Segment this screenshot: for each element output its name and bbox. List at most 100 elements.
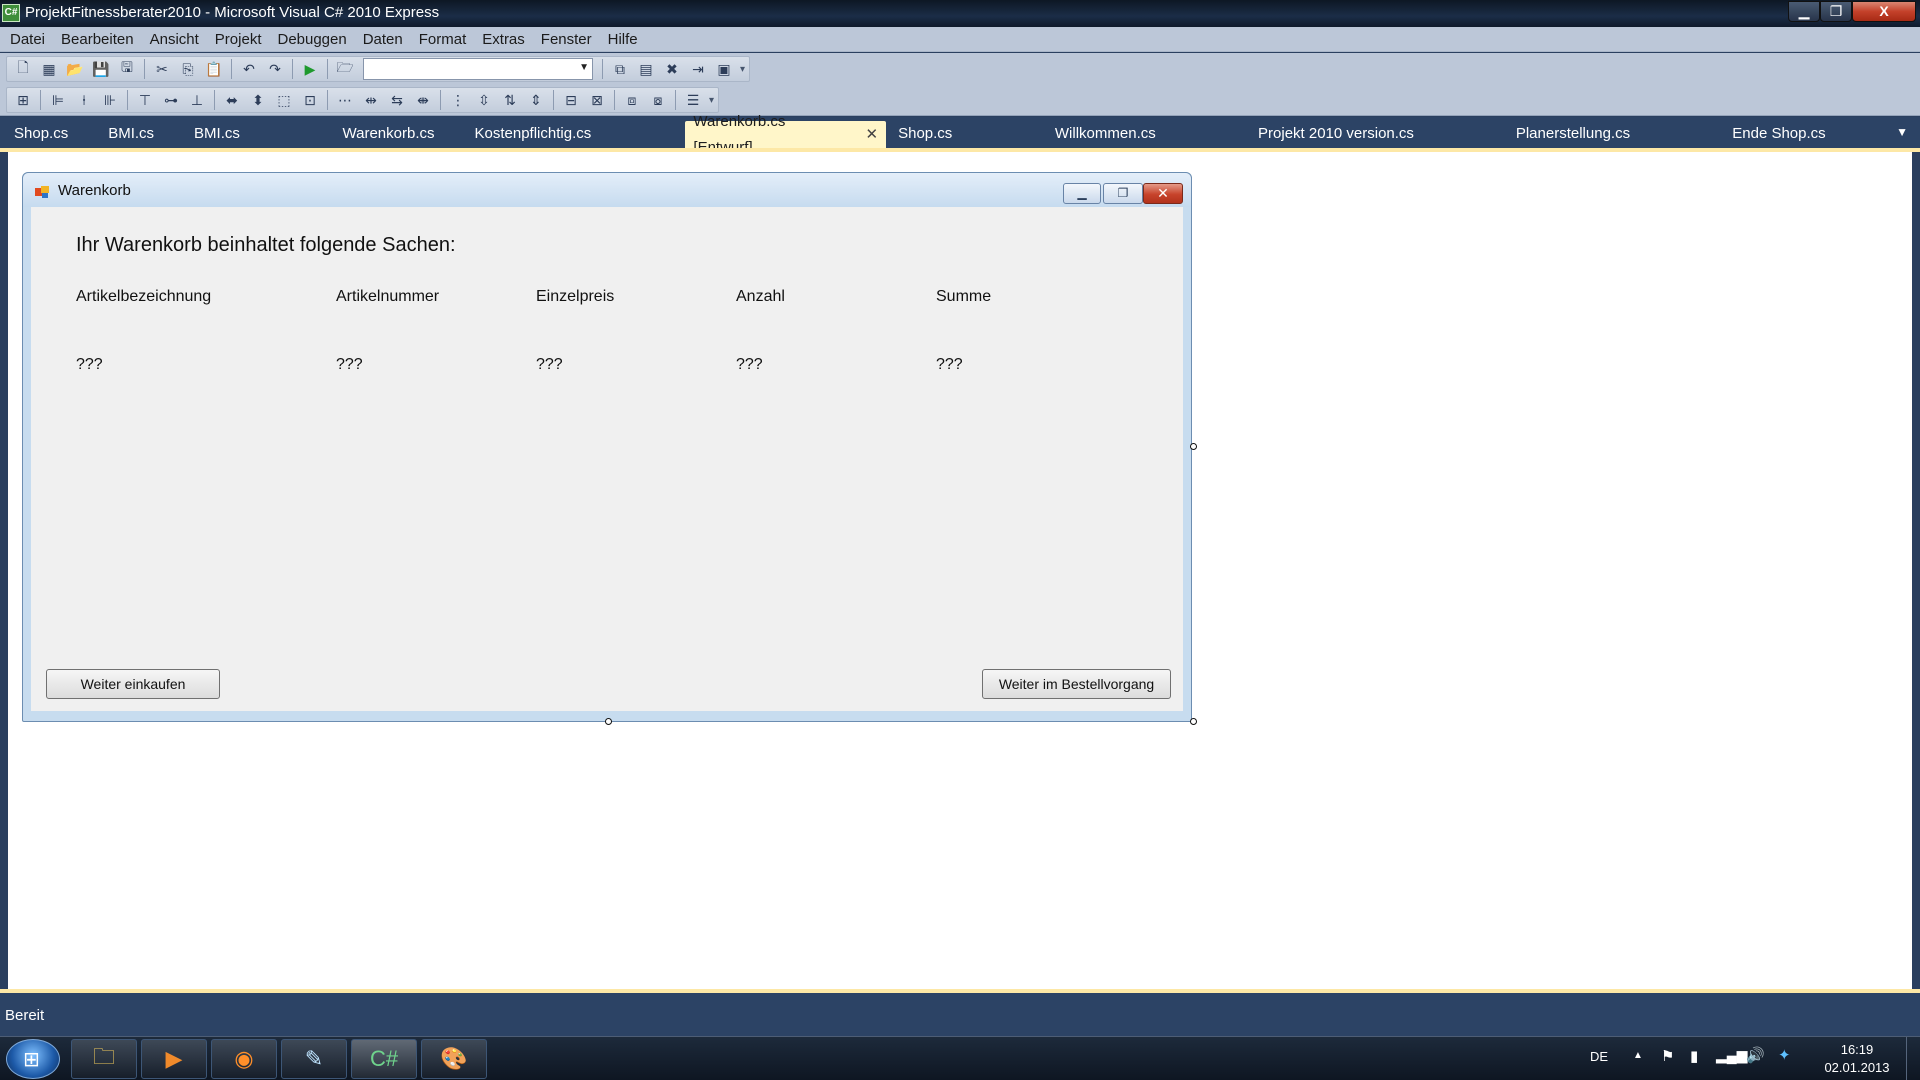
decrease-horizontal-spacing-icon[interactable]: ⇆ xyxy=(385,89,409,111)
properties-icon[interactable]: ▤ xyxy=(634,58,658,80)
notes-taskbar-icon[interactable]: ✎ xyxy=(281,1039,347,1079)
solution-explorer-icon[interactable]: ⧉ xyxy=(608,58,632,80)
continue-shopping-button[interactable]: Weiter einkaufen xyxy=(46,669,220,699)
show-hidden-icons-icon[interactable]: ▲ xyxy=(1633,1050,1643,1061)
menu-ansicht[interactable]: Ansicht xyxy=(142,27,207,52)
tab-list-dropdown-icon[interactable]: ▼ xyxy=(1896,125,1908,139)
horizontal-spacing-equal-icon[interactable]: ⋯ xyxy=(333,89,357,111)
start-debugging-icon[interactable]: ▶ xyxy=(298,58,322,80)
tab-warenkorb-cs-entwurf[interactable]: Warenkorb.cs [Entwurf] ✕ xyxy=(685,113,887,156)
find-combo[interactable]: ▼ xyxy=(363,58,593,80)
value-summe[interactable]: ??? xyxy=(936,356,963,374)
send-to-back-icon[interactable]: ⧇ xyxy=(646,89,670,111)
save-all-icon[interactable]: 🖫 xyxy=(115,58,139,80)
center-horizontally-icon[interactable]: ⊟ xyxy=(559,89,583,111)
remove-horizontal-spacing-icon[interactable]: ⇼ xyxy=(411,89,435,111)
center-vertically-icon[interactable]: ⊠ xyxy=(585,89,609,111)
increase-horizontal-spacing-icon[interactable]: ⇹ xyxy=(359,89,383,111)
align-tops-icon[interactable]: ⊤ xyxy=(133,89,157,111)
checkout-button[interactable]: Weiter im Bestellvorgang xyxy=(982,669,1171,699)
minimize-button[interactable]: ▁ xyxy=(1788,1,1820,22)
toolbox-icon[interactable]: ✖ xyxy=(660,58,684,80)
column-header-artikelnummer[interactable]: Artikelnummer xyxy=(336,288,439,306)
remove-vertical-spacing-icon[interactable]: ⇕ xyxy=(524,89,548,111)
action-center-flag-icon[interactable]: ⚑ xyxy=(1661,1047,1674,1065)
maximize-button[interactable]: ❐ xyxy=(1820,1,1852,22)
menu-extras[interactable]: Extras xyxy=(474,27,533,52)
new-project-icon[interactable]: 🗋 xyxy=(11,58,35,80)
align-centers-icon[interactable]: ⍿ xyxy=(72,89,96,111)
value-anzahl[interactable]: ??? xyxy=(736,356,763,374)
tab-bmi-cs-entwurf[interactable]: BMI.cs [Entwurf] xyxy=(186,121,310,168)
close-tab-icon[interactable]: ✕ xyxy=(866,122,879,148)
resize-handle-bottom[interactable] xyxy=(605,718,612,725)
tab-ende-shop-cs-entwurf[interactable]: Ende Shop.cs [Entwurf] xyxy=(1724,121,1896,168)
paste-icon[interactable]: 📋 xyxy=(202,58,226,80)
media-player-taskbar-icon[interactable]: ▶ xyxy=(141,1039,207,1079)
network-signal-icon[interactable]: ▂▄▆ xyxy=(1716,1047,1747,1064)
system-clock[interactable]: 16:19 02.01.2013 xyxy=(1818,1041,1896,1077)
cut-icon[interactable]: ✂ xyxy=(150,58,174,80)
start-page-icon[interactable]: ⇥ xyxy=(686,58,710,80)
value-artikelbezeichnung[interactable]: ??? xyxy=(76,356,103,374)
menu-debuggen[interactable]: Debuggen xyxy=(269,27,354,52)
menu-datei[interactable]: Datei xyxy=(2,27,53,52)
form-client-area[interactable] xyxy=(31,207,1183,711)
make-same-height-icon[interactable]: ⬍ xyxy=(246,89,270,111)
tab-planerstellung-cs-entwurf[interactable]: Planerstellung.cs [Entwurf] xyxy=(1508,121,1700,168)
make-same-width-icon[interactable]: ⬌ xyxy=(220,89,244,111)
battery-icon[interactable]: ▮ xyxy=(1690,1047,1698,1065)
menu-projekt[interactable]: Projekt xyxy=(207,27,270,52)
save-icon[interactable]: 💾 xyxy=(89,58,113,80)
column-header-summe[interactable]: Summe xyxy=(936,288,991,306)
tab-bmi-cs[interactable]: BMI.cs xyxy=(100,121,162,148)
close-button[interactable]: X xyxy=(1852,1,1916,22)
increase-vertical-spacing-icon[interactable]: ⇳ xyxy=(472,89,496,111)
paint-taskbar-icon[interactable]: 🎨 xyxy=(421,1039,487,1079)
size-to-grid-icon[interactable]: ⊡ xyxy=(298,89,322,111)
decrease-vertical-spacing-icon[interactable]: ⇅ xyxy=(498,89,522,111)
value-einzelpreis[interactable]: ??? xyxy=(536,356,563,374)
align-bottoms-icon[interactable]: ⊥ xyxy=(185,89,209,111)
menu-hilfe[interactable]: Hilfe xyxy=(600,27,646,52)
show-desktop-button[interactable] xyxy=(1906,1037,1920,1080)
explorer-taskbar-icon[interactable]: 🗀 xyxy=(71,1039,137,1079)
volume-icon[interactable]: 🔊 xyxy=(1746,1046,1765,1064)
tab-willkommen-cs-entwurf[interactable]: Willkommen.cs [Entwurf] xyxy=(1047,121,1226,168)
copy-icon[interactable]: ⎘ xyxy=(176,58,200,80)
extension-manager-icon[interactable]: ▣ xyxy=(712,58,736,80)
align-lefts-icon[interactable]: ⊫ xyxy=(46,89,70,111)
find-in-files-icon[interactable]: 🗁 xyxy=(333,58,357,80)
menu-format[interactable]: Format xyxy=(411,27,475,52)
tab-warenkorb-cs[interactable]: Warenkorb.cs xyxy=(335,121,443,148)
tab-projekt-2010-version-cs-entwurf[interactable]: Projekt 2010 version.cs [Entwurf] xyxy=(1250,121,1484,168)
open-file-icon[interactable]: 📂 xyxy=(63,58,87,80)
value-artikelnummer[interactable]: ??? xyxy=(336,356,363,374)
resize-handle-right[interactable] xyxy=(1190,443,1197,450)
align-rights-icon[interactable]: ⊪ xyxy=(98,89,122,111)
column-header-anzahl[interactable]: Anzahl xyxy=(736,288,785,306)
menu-daten[interactable]: Daten xyxy=(355,27,411,52)
toolbar-overflow-icon[interactable]: ▾ xyxy=(709,95,714,106)
undo-icon[interactable]: ↶ xyxy=(237,58,261,80)
visual-csharp-taskbar-icon[interactable]: C# xyxy=(351,1039,417,1079)
tab-kostenpflichtig-cs-entwurf[interactable]: Kostenpflichtig.cs [Entwurf] xyxy=(467,121,662,168)
align-to-grid-icon[interactable]: ⊞ xyxy=(11,89,35,111)
make-same-size-icon[interactable]: ⬚ xyxy=(272,89,296,111)
bring-to-front-icon[interactable]: ⧈ xyxy=(620,89,644,111)
redo-icon[interactable]: ↷ xyxy=(263,58,287,80)
align-middles-icon[interactable]: ⊶ xyxy=(159,89,183,111)
column-header-artikelbezeichnung[interactable]: Artikelbezeichnung xyxy=(76,288,211,306)
vertical-spacing-equal-icon[interactable]: ⋮ xyxy=(446,89,470,111)
tray-app-icon[interactable]: ✦ xyxy=(1778,1046,1791,1064)
tab-shop-cs[interactable]: Shop.cs xyxy=(6,121,76,148)
menu-fenster[interactable]: Fenster xyxy=(533,27,600,52)
tab-shop-cs-entwurf[interactable]: Shop.cs [Entwurf] xyxy=(890,121,1023,168)
start-button[interactable] xyxy=(6,1039,60,1079)
column-header-einzelpreis[interactable]: Einzelpreis xyxy=(536,288,614,306)
menu-bearbeiten[interactable]: Bearbeiten xyxy=(53,27,142,52)
toolbar-overflow-icon[interactable]: ▾ xyxy=(740,64,745,75)
add-item-icon[interactable]: ▦ xyxy=(37,58,61,80)
firefox-taskbar-icon[interactable]: ◉ xyxy=(211,1039,277,1079)
cart-heading-label[interactable]: Ihr Warenkorb beinhaltet folgende Sachen… xyxy=(76,234,456,257)
